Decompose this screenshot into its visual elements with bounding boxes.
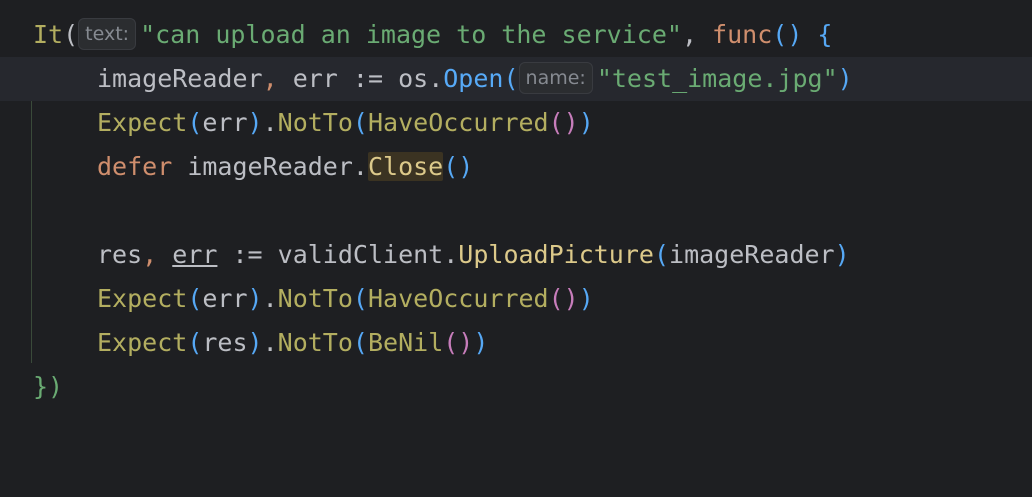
expect-arg: err [202,108,248,137]
upload-arg: imageReader [669,240,835,269]
assign-operator: := [232,240,263,269]
code-line-7[interactable]: Expect(err).NotTo(HaveOccurred()) [0,277,1032,321]
variable-res: res [97,240,143,269]
matcher-call: HaveOccurred [367,108,549,137]
it-function: It [33,20,64,49]
code-line-9[interactable]: }) [0,365,1032,409]
notto-call: NotTo [277,328,353,357]
test-name-string: "can upload an image to the service" [140,20,682,49]
filename-string: "test_image.jpg" [596,64,838,93]
variable-err: err [292,64,338,93]
expect-call: Expect [97,284,188,313]
variable-imagereader: imageReader [97,64,263,93]
method-uploadpicture: UploadPicture [458,240,654,269]
matcher-call: BeNil [367,328,444,357]
code-line-4[interactable]: defer imageReader.Close() [0,145,1032,189]
parameter-hint-text: text: [78,18,137,50]
closing-brace: }) [33,372,64,401]
code-line-6[interactable]: res, err := validClient.UploadPicture(im… [0,233,1032,277]
notto-call: NotTo [277,284,353,313]
expect-arg: err [202,284,248,313]
code-line-1[interactable]: It(text: "can upload an image to the serv… [0,13,1032,57]
function-open: Open [443,64,504,93]
func-keyword: func [712,20,773,49]
code-line-3[interactable]: Expect(err).NotTo(HaveOccurred()) [0,101,1032,145]
assign-operator: := [352,64,384,93]
expect-call: Expect [97,328,188,357]
code-editor[interactable]: It(text: "can upload an image to the serv… [0,0,1032,424]
code-line-2[interactable]: imageReader, err := os.Open(name: "test_i… [0,57,1032,101]
method-close: Close [367,152,444,181]
defer-keyword: defer [97,152,173,181]
parameter-hint-name: name: [518,62,593,94]
package-os: os [398,64,429,93]
notto-call: NotTo [277,108,353,137]
func-signature: () { [772,20,833,49]
expect-arg: res [202,328,248,357]
matcher-call: HaveOccurred [367,284,549,313]
variable-err-underlined: err [172,240,218,269]
code-line-8[interactable]: Expect(res).NotTo(BeNil()) [0,321,1032,365]
code-line-5[interactable] [0,189,1032,233]
expect-call: Expect [97,108,188,137]
client-object: validClient [277,240,444,269]
object-imagereader: imageReader [187,152,353,181]
